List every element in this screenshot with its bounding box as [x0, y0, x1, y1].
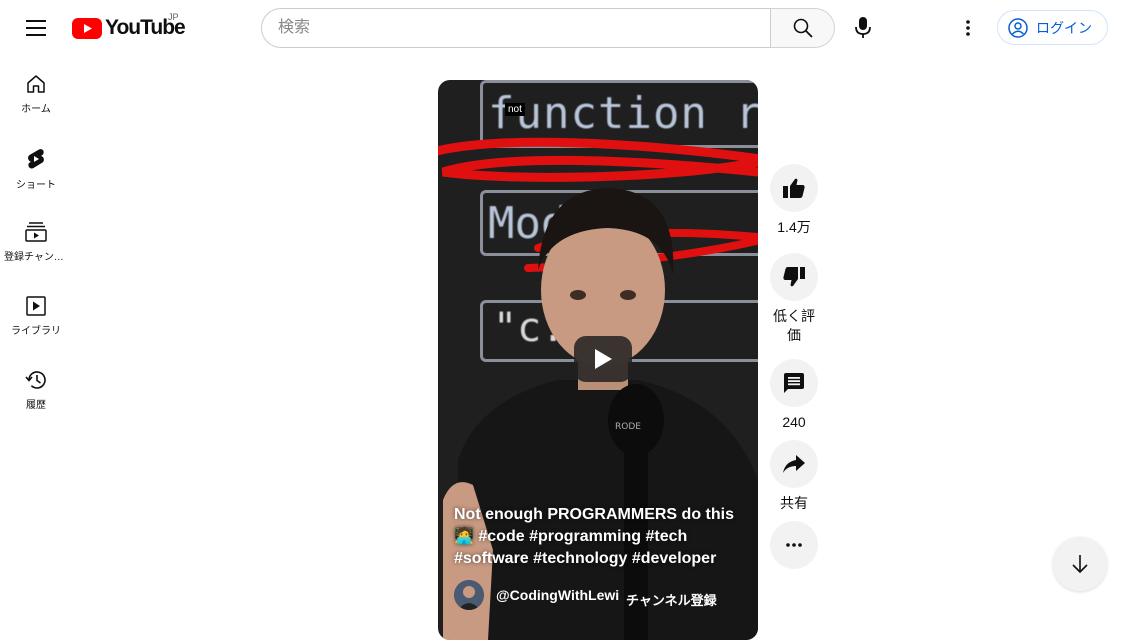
comment-count: 240 [782, 414, 806, 430]
thumbs-up-icon [783, 178, 805, 198]
video-hashtags[interactable]: #code #programming #tech #software #tech… [454, 528, 716, 567]
comment-action: 240 [768, 359, 820, 432]
more-actions-button[interactable] [770, 521, 818, 569]
top-bar: YouTube JP ログイン [0, 0, 1124, 56]
voice-search-button[interactable] [843, 8, 883, 48]
sidebar-item-label: ホーム [21, 104, 51, 115]
settings-menu-button[interactable] [948, 8, 988, 48]
comments-button[interactable] [770, 359, 818, 407]
search-input[interactable] [261, 8, 771, 48]
comment-icon [784, 373, 804, 393]
sidebar-item-shorts[interactable]: ショート [0, 130, 72, 204]
library-icon [26, 296, 46, 316]
login-button[interactable]: ログイン [997, 10, 1108, 45]
microphone-icon [855, 17, 871, 38]
share-label: 共有 [780, 495, 808, 511]
share-button[interactable] [770, 440, 818, 488]
shorts-actions: 1.4万 低く評価 240 共有 [768, 164, 820, 569]
dislike-label: 低く評価 [773, 308, 815, 343]
dislike-action: 低く評価 [768, 253, 820, 345]
sidebar-item-label: ショート [16, 180, 56, 191]
sidebar-item-subscriptions[interactable]: 登録チャンネル [0, 204, 72, 278]
more-vertical-icon [966, 20, 970, 36]
more-horizontal-icon [786, 543, 802, 547]
sidebar-item-library[interactable]: ライブラリ [0, 278, 72, 352]
sidebar-item-label: 登録チャンネル [4, 252, 68, 263]
overlay-caption: not [505, 103, 525, 116]
arrow-down-icon [1072, 555, 1088, 573]
thumbs-down-icon [783, 267, 805, 287]
like-button[interactable] [770, 164, 818, 212]
like-action: 1.4万 [768, 164, 820, 237]
avatar-image [454, 580, 484, 610]
share-action: 共有 [768, 440, 820, 513]
channel-name[interactable]: @CodingWithLewi [496, 587, 619, 603]
home-icon [27, 75, 45, 93]
channel-row: @CodingWithLewi チャンネル登録 [454, 580, 754, 610]
subscriptions-icon [25, 222, 47, 242]
dislike-button[interactable] [770, 253, 818, 301]
menu-button[interactable] [16, 8, 56, 48]
play-button[interactable] [574, 336, 632, 382]
sidebar-item-label: 履歴 [26, 400, 46, 411]
youtube-play-logo-icon [72, 17, 102, 39]
play-icon [595, 349, 612, 369]
search-button[interactable] [771, 8, 835, 48]
history-icon [25, 371, 46, 389]
search-icon [793, 18, 813, 38]
login-label: ログイン [1036, 19, 1092, 36]
more-action [768, 521, 820, 569]
share-icon [783, 455, 805, 473]
hamburger-menu-icon [26, 20, 46, 36]
shorts-video-player[interactable]: function r Mod "c: ot- RODE not [438, 80, 758, 640]
youtube-logo[interactable]: YouTube JP [72, 12, 186, 42]
like-count: 1.4万 [777, 219, 811, 235]
channel-avatar[interactable] [454, 580, 484, 610]
shorts-icon [28, 149, 44, 169]
sidebar-item-history[interactable]: 履歴 [0, 352, 72, 426]
next-video-button[interactable] [1053, 537, 1107, 591]
sidebar: ホーム ショート 登録チャンネル ライブラリ 履歴 [0, 56, 72, 426]
search-bar [261, 8, 835, 48]
video-title[interactable]: Not enough PROGRAMMERS do this 🧑‍💻 #code… [454, 504, 744, 570]
sidebar-item-label: ライブラリ [11, 326, 61, 337]
svg-text:RODE: RODE [615, 422, 641, 432]
country-code: JP [168, 12, 179, 22]
sidebar-item-home[interactable]: ホーム [0, 56, 72, 130]
account-icon [1008, 17, 1028, 38]
